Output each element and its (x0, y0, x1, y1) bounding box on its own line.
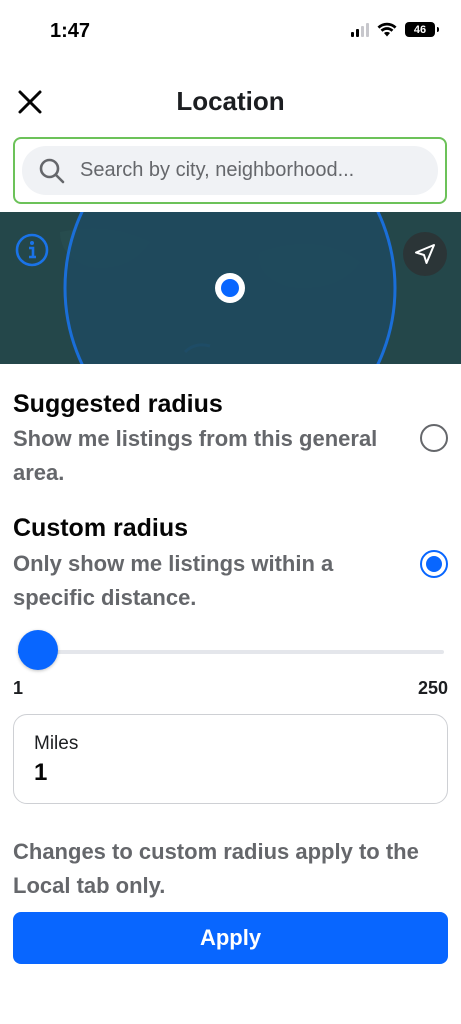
status-time: 1:47 (50, 20, 91, 42)
slider-max-label: 250 (417, 678, 448, 698)
battery-icon: 46 (405, 22, 439, 37)
apply-button[interactable]: Apply (13, 912, 448, 964)
info-button[interactable] (14, 232, 50, 268)
radius-slider-thumb[interactable] (18, 630, 58, 670)
miles-field[interactable]: Miles (13, 714, 448, 804)
custom-radius-radio[interactable] (420, 550, 448, 578)
search-container (13, 137, 447, 204)
miles-input[interactable] (34, 759, 427, 787)
custom-radius-description: Only show me listings within a specific … (13, 551, 334, 610)
header: Location (0, 78, 461, 126)
miles-label: Miles (34, 733, 79, 754)
suggested-radius-radio[interactable] (420, 424, 448, 452)
custom-radius-title: Custom radius (13, 514, 189, 542)
signal-icon (351, 22, 369, 37)
slider-min-label: 1 (13, 678, 24, 698)
radius-slider-track[interactable] (18, 650, 444, 654)
location-pin-icon (215, 273, 245, 303)
status-bar: 1:47 46 (0, 0, 461, 62)
suggested-radius-title: Suggested radius (13, 390, 223, 418)
search-input[interactable] (80, 159, 420, 182)
suggested-radius-description: Show me listings from this general area. (13, 426, 378, 485)
wifi-icon (377, 22, 397, 37)
current-location-button[interactable] (403, 232, 447, 276)
navigation-arrow-icon (415, 244, 435, 264)
custom-radius-note: Changes to custom radius apply to the Lo… (13, 839, 419, 898)
info-icon (15, 233, 49, 267)
status-icons: 46 (351, 22, 439, 37)
search-bar[interactable] (22, 146, 438, 195)
map-view[interactable] (0, 212, 461, 364)
search-icon (39, 158, 65, 183)
page-title: Location (176, 86, 285, 116)
